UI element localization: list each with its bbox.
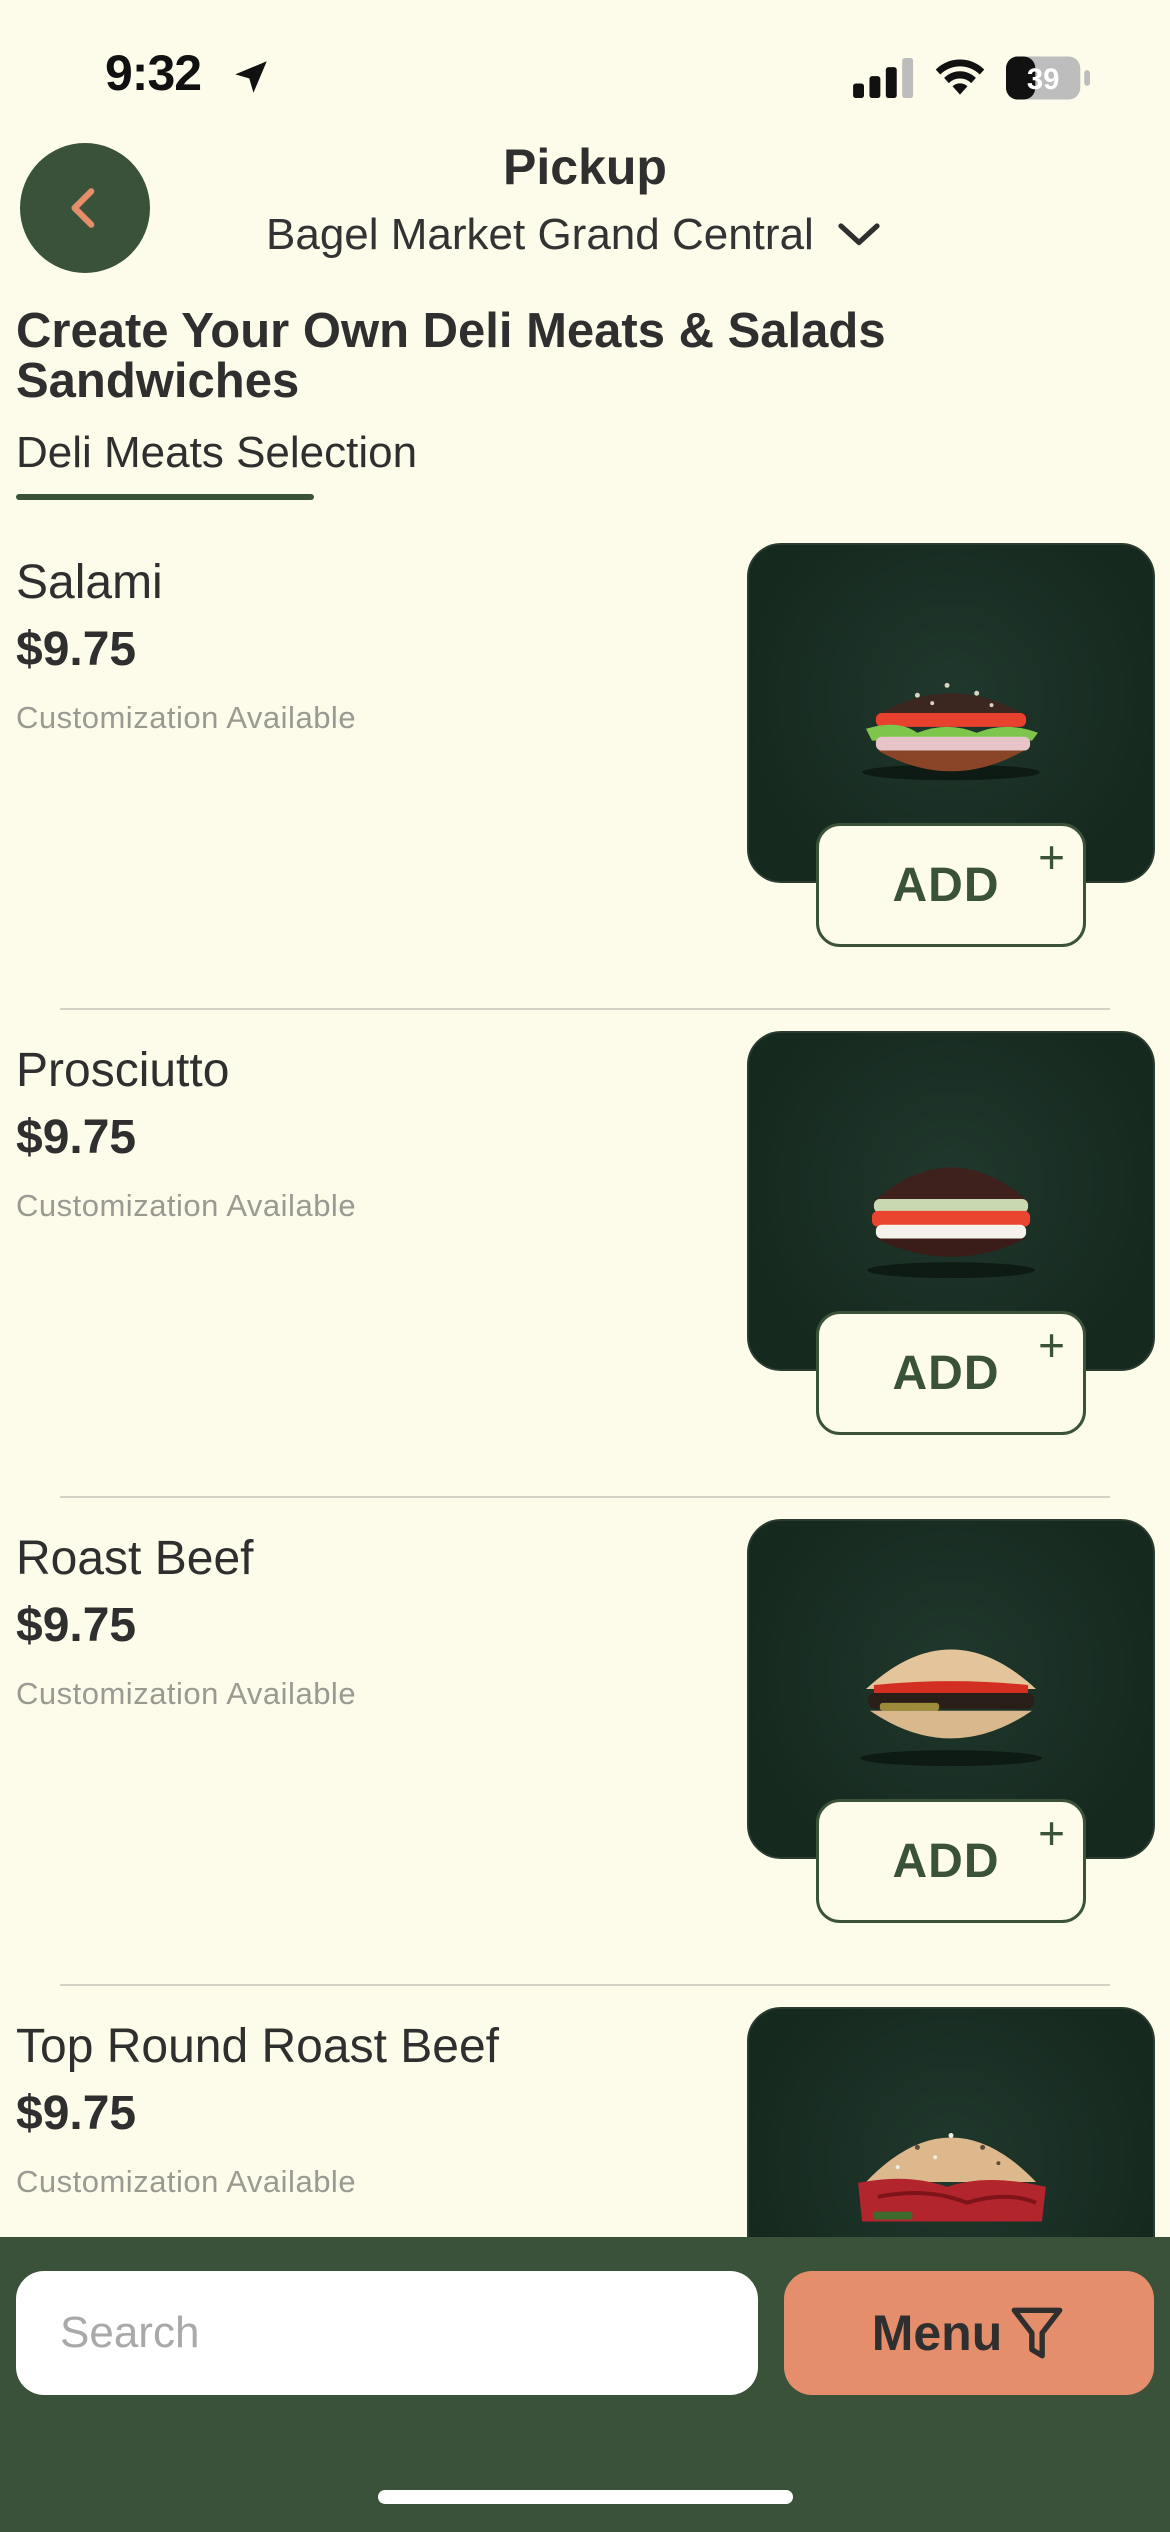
- location-name: Bagel Market Grand Central: [266, 210, 814, 259]
- plus-icon: +: [1038, 1807, 1065, 1859]
- add-button[interactable]: ADD +: [816, 1799, 1086, 1923]
- active-tab-indicator: [16, 494, 314, 500]
- customization-note: Customization Available: [16, 2164, 357, 2199]
- status-bar: 9:32 39: [0, 0, 1170, 150]
- battery-icon: 39: [1006, 56, 1091, 100]
- search-input[interactable]: [16, 2271, 758, 2395]
- product-name: Salami: [16, 556, 163, 609]
- bottom-bar: Menu: [0, 2237, 1170, 2532]
- cellular-signal-icon: [853, 58, 914, 98]
- location-selector[interactable]: Bagel Market Grand Central: [266, 205, 882, 265]
- location-arrow-icon: [235, 61, 267, 93]
- add-button[interactable]: ADD +: [816, 1311, 1086, 1435]
- product-price: $9.75: [16, 623, 137, 676]
- product-item[interactable]: Roast Beef $9.75 Customization Available…: [0, 1519, 1170, 2018]
- battery-level: 39: [1027, 63, 1060, 96]
- plus-icon: +: [1038, 831, 1065, 883]
- product-item[interactable]: Salami $9.75 Customization Available ADD…: [0, 543, 1170, 1042]
- tab-deli-meats-selection[interactable]: Deli Meats Selection: [16, 428, 417, 478]
- product-name: Prosciutto: [16, 1044, 230, 1097]
- product-name: Top Round Roast Beef: [16, 2020, 499, 2073]
- page: 9:32 39 Pickup Bagel Market Grand Centra…: [0, 0, 1170, 2532]
- product-price: $9.75: [16, 1111, 137, 1164]
- divider: [60, 1496, 1110, 1498]
- customization-note: Customization Available: [16, 1676, 357, 1711]
- filter-funnel-icon: [1011, 2307, 1063, 2359]
- plus-icon: +: [1038, 1319, 1065, 1371]
- divider: [60, 1008, 1110, 1010]
- wifi-icon: [935, 59, 985, 95]
- add-button[interactable]: ADD +: [816, 823, 1086, 947]
- customization-note: Customization Available: [16, 1188, 357, 1223]
- add-label: ADD: [892, 1834, 1000, 1888]
- product-price: $9.75: [16, 1599, 137, 1652]
- add-label: ADD: [892, 1346, 1000, 1400]
- status-time: 9:32: [105, 45, 202, 101]
- menu-filter-button[interactable]: Menu: [784, 2271, 1154, 2395]
- product-name: Roast Beef: [16, 1532, 254, 1585]
- chevron-down-icon: [838, 223, 880, 246]
- category-title: Create Your Own Deli Meats & Salads Sand…: [16, 304, 886, 408]
- add-label: ADD: [892, 858, 1000, 912]
- menu-label: Menu: [871, 2305, 1003, 2361]
- customization-note: Customization Available: [16, 700, 357, 735]
- page-title: Pickup: [503, 139, 667, 195]
- product-price: $9.75: [16, 2087, 137, 2140]
- product-item[interactable]: Prosciutto $9.75 Customization Available…: [0, 1031, 1170, 1530]
- divider: [60, 1984, 1110, 1986]
- home-indicator[interactable]: [378, 2490, 793, 2504]
